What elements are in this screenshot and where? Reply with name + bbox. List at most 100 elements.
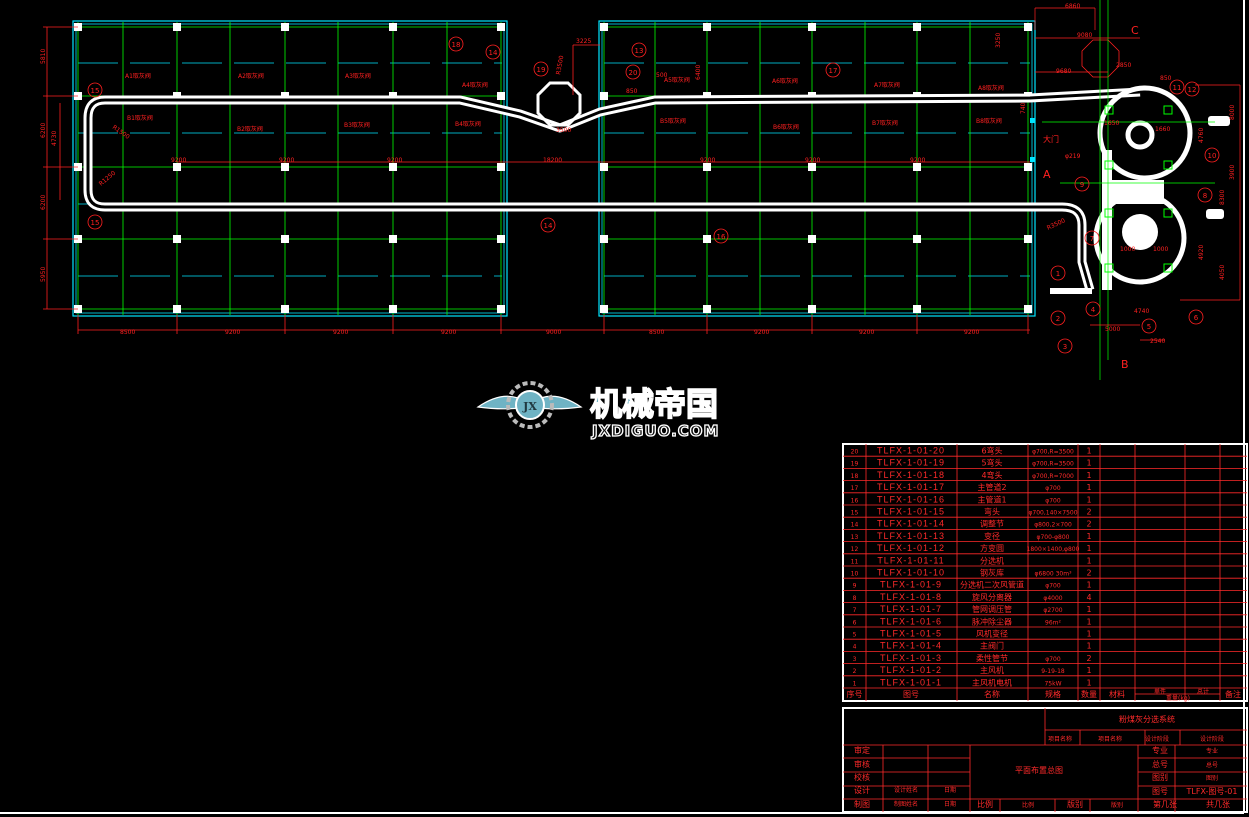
- cell-drawing-no: TLFX-1-01-8: [880, 592, 942, 602]
- cell-no: 17: [851, 485, 859, 492]
- balloon-number: 17: [829, 67, 838, 75]
- dim-text: 6860: [1065, 3, 1080, 10]
- dim-text: 8000: [1229, 105, 1236, 120]
- dim-text: R1500: [111, 124, 131, 141]
- dim-text: 9200: [333, 329, 348, 336]
- dim-text: 9680: [1056, 68, 1071, 75]
- item-balloons: 1814191320 17141615151234567891011 12: [87, 36, 1220, 354]
- header-spec: 规格: [1045, 689, 1061, 699]
- column: [600, 163, 608, 171]
- cell-name: 4弯头: [981, 470, 1002, 480]
- dim-text: 3250: [995, 33, 1002, 48]
- review-label: 审核: [854, 759, 870, 769]
- cell-spec: φ700,R=3500: [1032, 461, 1074, 468]
- column: [808, 163, 816, 171]
- item-balloon: 15: [87, 82, 103, 98]
- cell-qty: 2: [1086, 508, 1091, 517]
- edition-value: 版别: [1111, 801, 1123, 809]
- logo-text-en: JXDIGUO.COM: [591, 422, 719, 440]
- cell-drawing-no: TLFX-1-01-5: [880, 629, 942, 639]
- cell-spec: φ4000: [1043, 595, 1062, 602]
- column: [808, 23, 816, 31]
- item-balloon: 9: [1074, 176, 1090, 192]
- balloon-number: 7: [1090, 235, 1094, 243]
- cell-spec: φ700: [1045, 656, 1061, 663]
- building-plan: [72, 20, 1036, 317]
- cell-drawing-no: TLFX-1-01-15: [877, 507, 945, 517]
- drafter-name: 制图姓名: [894, 800, 918, 808]
- item-balloon: 5: [1141, 318, 1157, 334]
- table-row: 16 TLFX-1-01-16 主管道1 φ700 1: [851, 494, 1092, 504]
- main-duct: [83, 81, 1141, 292]
- octagon-elbow: [536, 81, 582, 127]
- drawing-no-value: TLFX-图号-01: [1186, 787, 1238, 796]
- column: [703, 235, 711, 243]
- design-label: 设计: [854, 785, 870, 795]
- designer-name: 设计姓名: [894, 786, 918, 794]
- cell-name: 旋风分离器: [972, 592, 1012, 602]
- cell-no: 2: [853, 668, 857, 675]
- room-label: A7取灰阀: [874, 81, 900, 89]
- cell-no: 5: [853, 632, 857, 639]
- table-row: 11 TLFX-1-01-11 分选机 1: [851, 555, 1092, 565]
- cell-name: 变径: [984, 531, 1000, 541]
- check-label: 校核: [854, 772, 870, 782]
- side-unit: [1208, 116, 1230, 126]
- table-row: 4 TLFX-1-01-4 主阀门 1: [853, 641, 1092, 651]
- dim-text: 9000: [546, 329, 561, 336]
- dim-text: 1650: [1104, 120, 1119, 127]
- item-balloon: 6: [1188, 309, 1204, 325]
- watermark-logo: JX 机械帝国 JXDIGUO.COM: [476, 381, 719, 441]
- dim-text: 9200: [387, 157, 402, 164]
- cell-no: 10: [851, 571, 859, 578]
- item-balloon: 8: [1197, 187, 1213, 203]
- cell-name: 钢灰库: [980, 568, 1004, 578]
- cell-name: 管网调压管: [972, 604, 1012, 614]
- cell-name: 6弯头: [981, 446, 1002, 456]
- balloon-number: 15: [91, 219, 100, 227]
- door-marker: [1030, 157, 1035, 162]
- draw-label: 制图: [854, 799, 870, 809]
- item-balloon: 12: [1184, 81, 1200, 97]
- dim-text: 9200: [910, 157, 925, 164]
- cell-drawing-no: TLFX-1-01-18: [877, 470, 945, 480]
- dim-text: 9200: [805, 157, 820, 164]
- dim-text: 1000: [1120, 246, 1135, 253]
- cell-no: 1: [853, 680, 857, 687]
- title-block: 粉煤灰分选系统 项目名称 项目名称 设计阶段 设计阶段 审定 审核 校核 设计 …: [842, 707, 1248, 813]
- table-row: 2 TLFX-1-01-2 主风机 9-19-18 1: [853, 665, 1092, 675]
- room-label: A3取灰阀: [345, 72, 371, 80]
- system-name: 粉煤灰分选系统: [1119, 714, 1175, 724]
- cell-drawing-no: TLFX-1-01-16: [877, 494, 945, 504]
- cad-drawing-canvas[interactable]: A1取灰阀 A2取灰阀 A3取灰阀 A4取灰阀 A5取灰阀 A6取灰阀 A7取灰…: [0, 0, 1249, 817]
- cell-no: 15: [851, 510, 859, 517]
- cell-qty: 1: [1086, 630, 1091, 639]
- dim-text: 5950: [40, 267, 47, 282]
- cell-drawing-no: TLFX-1-01-11: [877, 555, 944, 565]
- cell-qty: 1: [1086, 556, 1091, 565]
- cell-name: 分选机: [980, 555, 1004, 565]
- drawing-no-label: 图号: [1152, 787, 1168, 796]
- cell-name: 主阀门: [980, 641, 1004, 651]
- header-unit: 单件: [1154, 688, 1166, 696]
- header-total: 总计: [1197, 688, 1209, 696]
- cell-name: 主管道2: [977, 482, 1006, 492]
- cell-name: 主风机: [980, 665, 1004, 675]
- design-stage: 设计阶段: [1200, 735, 1224, 743]
- balloon-number: 3: [1063, 343, 1067, 351]
- column: [281, 23, 289, 31]
- dim-text: 9200: [859, 329, 874, 336]
- dim-text: 4920: [1198, 245, 1205, 260]
- top-silo-outline: [1081, 39, 1120, 78]
- cell-drawing-no: TLFX-1-01-7: [880, 604, 942, 614]
- cell-drawing-no: TLFX-1-01-14: [877, 519, 945, 529]
- dim-text: R3500: [1046, 217, 1067, 232]
- dim-text: 3900: [1229, 165, 1236, 180]
- balloon-number: 19: [537, 66, 546, 74]
- cell-no: 13: [851, 534, 859, 541]
- table-row: 20 TLFX-1-01-20 6弯头 φ700,R=3500 1: [851, 446, 1092, 456]
- item-balloon: 19: [533, 61, 549, 77]
- room-label: B5取灰阀: [660, 117, 686, 125]
- cell-drawing-no: TLFX-1-01-10: [877, 568, 945, 578]
- cell-no: 6: [853, 619, 857, 626]
